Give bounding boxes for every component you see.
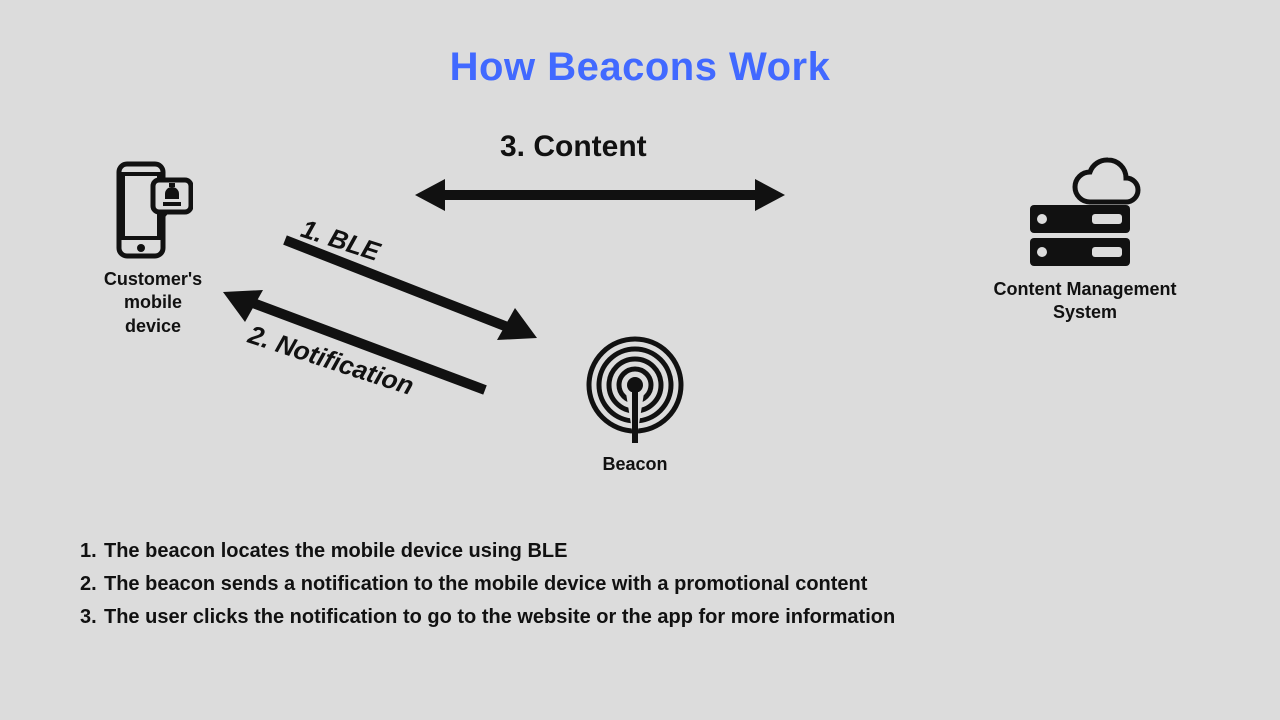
explanation-num: 2.: [80, 568, 104, 601]
explanation-item: 3. The user clicks the notification to g…: [80, 601, 1180, 634]
explanation-item: 2. The beacon sends a notification to th…: [80, 568, 1180, 601]
node-mobile-device: Customer's mobile device: [78, 160, 228, 338]
mobile-notification-icon: [113, 160, 193, 260]
cms-label-line1: Content Management: [993, 279, 1176, 299]
explanation-num: 3.: [80, 601, 104, 634]
explanation-text: The beacon sends a notification to the m…: [104, 568, 867, 601]
arrow-content: [415, 175, 785, 215]
explanation-text: The beacon locates the mobile device usi…: [104, 535, 567, 568]
node-cms: Content Management System: [975, 150, 1195, 325]
diagram-title: How Beacons Work: [0, 45, 1280, 90]
node-beacon: Beacon: [545, 335, 725, 476]
arrow-content-label: 3. Content: [500, 130, 647, 164]
cms-cloud-server-icon: [1020, 150, 1150, 270]
node-cms-label: Content Management System: [975, 278, 1195, 325]
explanation-text: The user clicks the notification to go t…: [104, 601, 895, 634]
explanation-list: 1. The beacon locates the mobile device …: [80, 535, 1180, 634]
cms-label-line2: System: [1053, 302, 1117, 322]
mobile-label-line1: Customer's mobile: [104, 269, 202, 312]
explanation-num: 1.: [80, 535, 104, 568]
mobile-label-line2: device: [125, 316, 181, 336]
explanation-item: 1. The beacon locates the mobile device …: [80, 535, 1180, 568]
node-mobile-label: Customer's mobile device: [78, 268, 228, 338]
beacon-icon: [580, 335, 690, 445]
node-beacon-label: Beacon: [545, 453, 725, 476]
